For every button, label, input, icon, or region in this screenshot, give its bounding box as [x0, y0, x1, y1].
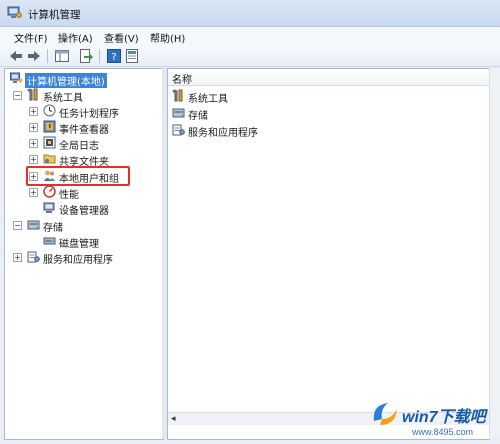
tree-node-storage[interactable]: − 存储 [13, 218, 153, 234]
storage-icon [27, 220, 40, 230]
menu-view[interactable]: 查看(V) [104, 30, 139, 45]
watermark-brand: win7下载吧 [402, 409, 486, 426]
expand-icon[interactable]: + [29, 139, 38, 148]
watermark-swirl-icon [373, 403, 397, 425]
tree-node-performance[interactable]: + 性能 [29, 185, 159, 201]
window-title: 计算机管理 [28, 9, 81, 21]
svg-text:?: ? [111, 52, 116, 63]
back-arrow-icon[interactable] [8, 48, 24, 64]
menu-file[interactable]: 文件(F) [14, 30, 48, 45]
list-item-label: 系统工具 [188, 94, 228, 105]
list-item-label: 存储 [188, 111, 208, 122]
tree-label-disk-management: 磁盘管理 [59, 239, 99, 250]
menu-bar: 文件(F) 操作(A) 查看(V) 帮助(H) [0, 27, 500, 47]
tree-node-event-viewer[interactable]: + 事件查看器 [29, 120, 159, 136]
shared-folder-icon [43, 154, 56, 164]
tree-label-performance: 性能 [59, 190, 79, 201]
tree-node-disk-management[interactable]: 磁盘管理 [43, 234, 159, 250]
tree-label-storage: 存储 [43, 223, 63, 234]
event-viewer-icon [43, 120, 56, 133]
tree-node-services-apps[interactable]: + 服务和应用程序 [13, 250, 159, 266]
column-header-name[interactable]: 名称 [168, 69, 490, 86]
expand-icon[interactable]: + [29, 107, 38, 116]
performance-icon [43, 185, 56, 198]
collapse-icon[interactable]: − [13, 221, 22, 230]
expand-icon[interactable]: + [29, 155, 38, 164]
tree-node-shared-folders[interactable]: + 共享文件夹 [29, 152, 159, 168]
navigation-tree: 计算机管理(本地) − 系统工具 + 任务计划程序 + 事件查看器 + 全局日志… [4, 68, 164, 440]
clock-icon [43, 104, 56, 117]
services-icon [172, 124, 185, 136]
help-icon[interactable]: ? [106, 48, 122, 64]
column-header-label: 名称 [172, 75, 192, 86]
storage-icon [172, 108, 185, 118]
tree-label-global-log: 全局日志 [59, 141, 99, 152]
properties-icon[interactable] [124, 48, 140, 64]
scroll-left-arrow-icon[interactable]: ◂ [171, 414, 176, 424]
services-icon [27, 251, 40, 263]
toolbar-separator [47, 49, 48, 63]
tools-icon [172, 89, 183, 102]
tree-node-global-log[interactable]: + 全局日志 [29, 136, 159, 152]
forward-arrow-icon[interactable] [26, 48, 42, 64]
tree-label-root: 计算机管理(本地) [25, 73, 107, 88]
tools-icon [27, 88, 38, 101]
disk-icon [43, 237, 56, 245]
device-manager-icon [43, 202, 55, 213]
toolbar-separator [99, 49, 100, 63]
tree-node-root[interactable]: 计算机管理(本地) [10, 72, 160, 88]
details-list: 名称 系统工具 存储 服务和应用程序 ◂ [167, 68, 490, 440]
show-hide-tree-icon[interactable] [54, 48, 70, 64]
watermark-logo: win7下载吧 www.8495.com [366, 393, 500, 444]
tree-label-task-scheduler: 任务计划程序 [59, 109, 119, 120]
collapse-icon[interactable]: − [13, 91, 22, 100]
toolbar: ? [0, 46, 500, 67]
highlight-annotation-box [26, 166, 130, 186]
title-bar: 计算机管理 [0, 0, 500, 27]
tree-node-device-manager[interactable]: 设备管理器 [43, 201, 159, 217]
expand-icon[interactable]: + [29, 188, 38, 197]
menu-help[interactable]: 帮助(H) [150, 30, 185, 45]
menu-action[interactable]: 操作(A) [58, 30, 93, 45]
expand-icon[interactable]: + [13, 253, 22, 262]
computer-management-icon [10, 72, 23, 83]
export-icon[interactable] [78, 48, 94, 64]
log-icon [43, 136, 56, 149]
tree-label-device-manager: 设备管理器 [59, 206, 109, 217]
watermark-url: www.8495.com [412, 427, 474, 437]
expand-icon[interactable]: + [29, 123, 38, 132]
tree-label-services-apps: 服务和应用程序 [43, 255, 113, 266]
computer-management-icon [7, 6, 22, 18]
tree-node-task-scheduler[interactable]: + 任务计划程序 [29, 104, 159, 120]
tree-label-system-tools: 系统工具 [43, 93, 83, 104]
tree-node-system-tools[interactable]: − 系统工具 [13, 88, 153, 104]
list-item-label: 服务和应用程序 [188, 128, 258, 139]
vertical-scrollbar[interactable] [489, 68, 500, 438]
tree-label-event-viewer: 事件查看器 [59, 125, 109, 136]
